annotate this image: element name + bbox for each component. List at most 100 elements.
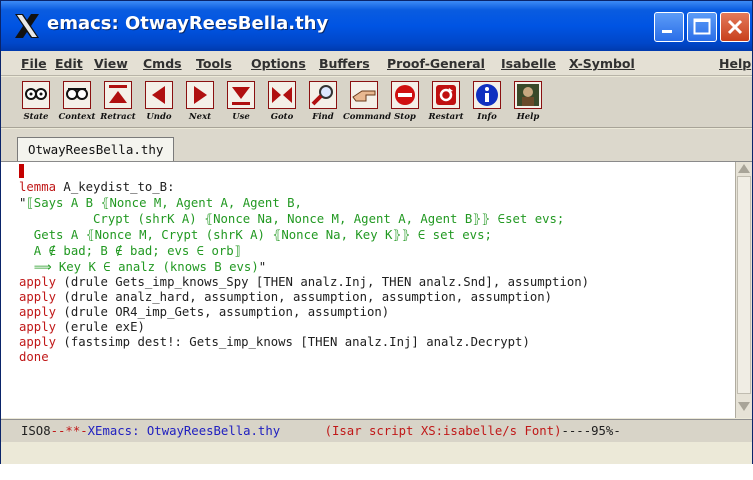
code-text: (drule Gets_imp_knows_Spy [THEN analz.In… [56,275,590,289]
undo-icon [145,81,173,109]
keyword: apply [19,290,57,304]
maximize-button[interactable] [687,12,717,42]
use-button[interactable]: Use [220,81,262,123]
menu-bar: File Edit View Cmds Tools Options Buffer… [1,51,752,76]
stop-icon [391,81,419,109]
menu-tools[interactable]: Tools [196,56,232,71]
info-button[interactable]: Info [466,81,508,123]
tool-label: Restart [428,112,464,122]
locked-region-marker [19,164,24,178]
modeline-gap [280,424,324,438]
menu-buffers[interactable]: Buffers [319,56,370,71]
tool-label: Find [312,112,334,122]
keyword: lemma [19,180,57,194]
code-text: " [258,260,267,274]
undo-button[interactable]: Undo [138,81,180,123]
tool-label: Info [477,112,497,122]
code-text: (drule analz_hard, assumption, assumptio… [56,290,553,304]
scrollbar-thumb[interactable] [737,176,751,394]
minibuffer[interactable] [1,442,752,464]
glasses-icon [63,81,91,109]
modeline-buffer-name[interactable]: XEmacs: OtwayReesBella.thy [88,424,281,438]
code-line: lemma A_keydist_to_B: [19,180,175,195]
vertical-scrollbar[interactable] [735,162,752,418]
tab-otwayreesbella[interactable]: OtwayReesBella.thy [17,137,175,161]
menu-view[interactable]: View [94,56,128,71]
menu-isabelle[interactable]: Isabelle [501,56,556,71]
menu-file[interactable]: File [21,56,47,71]
next-icon [186,81,214,109]
tool-label: Context [58,112,96,122]
code-line: apply (drule Gets_imp_knows_Spy [THEN an… [19,275,589,290]
retract-button[interactable]: Retract [97,81,139,123]
emacs-window: emacs: OtwayReesBella.thy File Edit View… [0,0,753,464]
next-button[interactable]: Next [179,81,221,123]
code-line: Crypt (shrK A) ⦃Nonce Na, Nonce M, Agent… [19,212,565,226]
keyword: done [19,350,49,364]
keyword: apply [19,305,57,319]
glasses-icon [22,81,50,109]
menu-x-symbol[interactable]: X-Symbol [569,56,635,71]
restart-button[interactable]: Restart [425,81,467,123]
help-icon [514,81,542,109]
tool-label: Undo [146,112,172,122]
minimize-icon [662,30,672,33]
tool-label: Goto [270,112,294,122]
code-text: (erule exE) [56,320,145,334]
tool-label: Next [188,112,212,122]
buffer-tab-bar: OtwayReesBella.thy [1,129,752,162]
menu-options[interactable]: Options [251,56,306,71]
retract-icon [104,81,132,109]
code-line: apply (drule analz_hard, assumption, ass… [19,290,552,305]
close-button[interactable] [720,12,750,42]
menu-edit[interactable]: Edit [55,56,83,71]
command-button[interactable]: Command [343,81,391,123]
state-button[interactable]: State [15,81,57,123]
modeline-encoding: ISO8 [21,424,51,438]
tool-label: Stop [394,112,416,122]
tool-label: State [23,112,49,122]
code-line: A ∉ bad; B ∉ bad; evs ∈ orb⟧ [19,244,242,258]
find-button[interactable]: Find [302,81,344,123]
code-line: ⟹ Key K ∈ analz (knows B evs)" [19,260,266,275]
minimize-button[interactable] [654,12,684,42]
code-text: ⟦Says A B ⦃Nonce M, Agent A, Agent B, [26,196,302,210]
info-icon [473,81,501,109]
code-line: Gets A ⦃Nonce M, Crypt (shrK A) ⦃Nonce N… [19,228,492,242]
code-line: apply (fastsimp dest!: Gets_imp_knows [T… [19,335,530,350]
find-icon [309,81,337,109]
menu-help[interactable]: Help [719,56,751,71]
goto-button[interactable]: Goto [261,81,303,123]
keyword: apply [19,275,57,289]
command-icon [350,81,378,109]
restart-icon [432,81,460,109]
keyword: apply [19,320,57,334]
maximize-icon [693,18,711,35]
code-line: apply (drule OR4_imp_Gets, assumption, a… [19,305,389,320]
code-line: done [19,350,49,365]
code-text: A_keydist_to_B: [56,180,175,194]
title-bar[interactable]: emacs: OtwayReesBella.thy [1,1,752,51]
goto-icon [268,81,296,109]
menu-cmds[interactable]: Cmds [143,56,182,71]
help-button[interactable]: Help [507,81,549,123]
code-text: (drule OR4_imp_Gets, assumption, assumpt… [56,305,390,319]
scroll-down-icon[interactable] [738,402,750,411]
modeline-mode[interactable]: (Isar script XS:isabelle/s Font) [325,424,562,438]
use-icon [227,81,255,109]
tool-label: Help [516,112,540,122]
window-title: emacs: OtwayReesBella.thy [47,13,329,34]
code-line: apply (erule exE) [19,320,145,335]
tool-label: Retract [100,112,136,122]
tool-label: Use [232,112,250,122]
menu-proof-general[interactable]: Proof-General [387,56,485,71]
code-line: "⟦Says A B ⦃Nonce M, Agent A, Agent B, [19,196,302,211]
stop-button[interactable]: Stop [384,81,426,123]
code-text: ⟹ Key K ∈ analz (knows B evs) [19,260,259,274]
editor-pane[interactable]: lemma A_keydist_to_B: "⟦Says A B ⦃Nonce … [1,162,735,418]
context-button[interactable]: Context [56,81,98,123]
scroll-up-icon[interactable] [738,164,750,173]
close-icon [727,19,743,35]
keyword: apply [19,335,57,349]
modeline: ISO8--**-XEmacs: OtwayReesBella.thy (Isa… [1,419,752,442]
